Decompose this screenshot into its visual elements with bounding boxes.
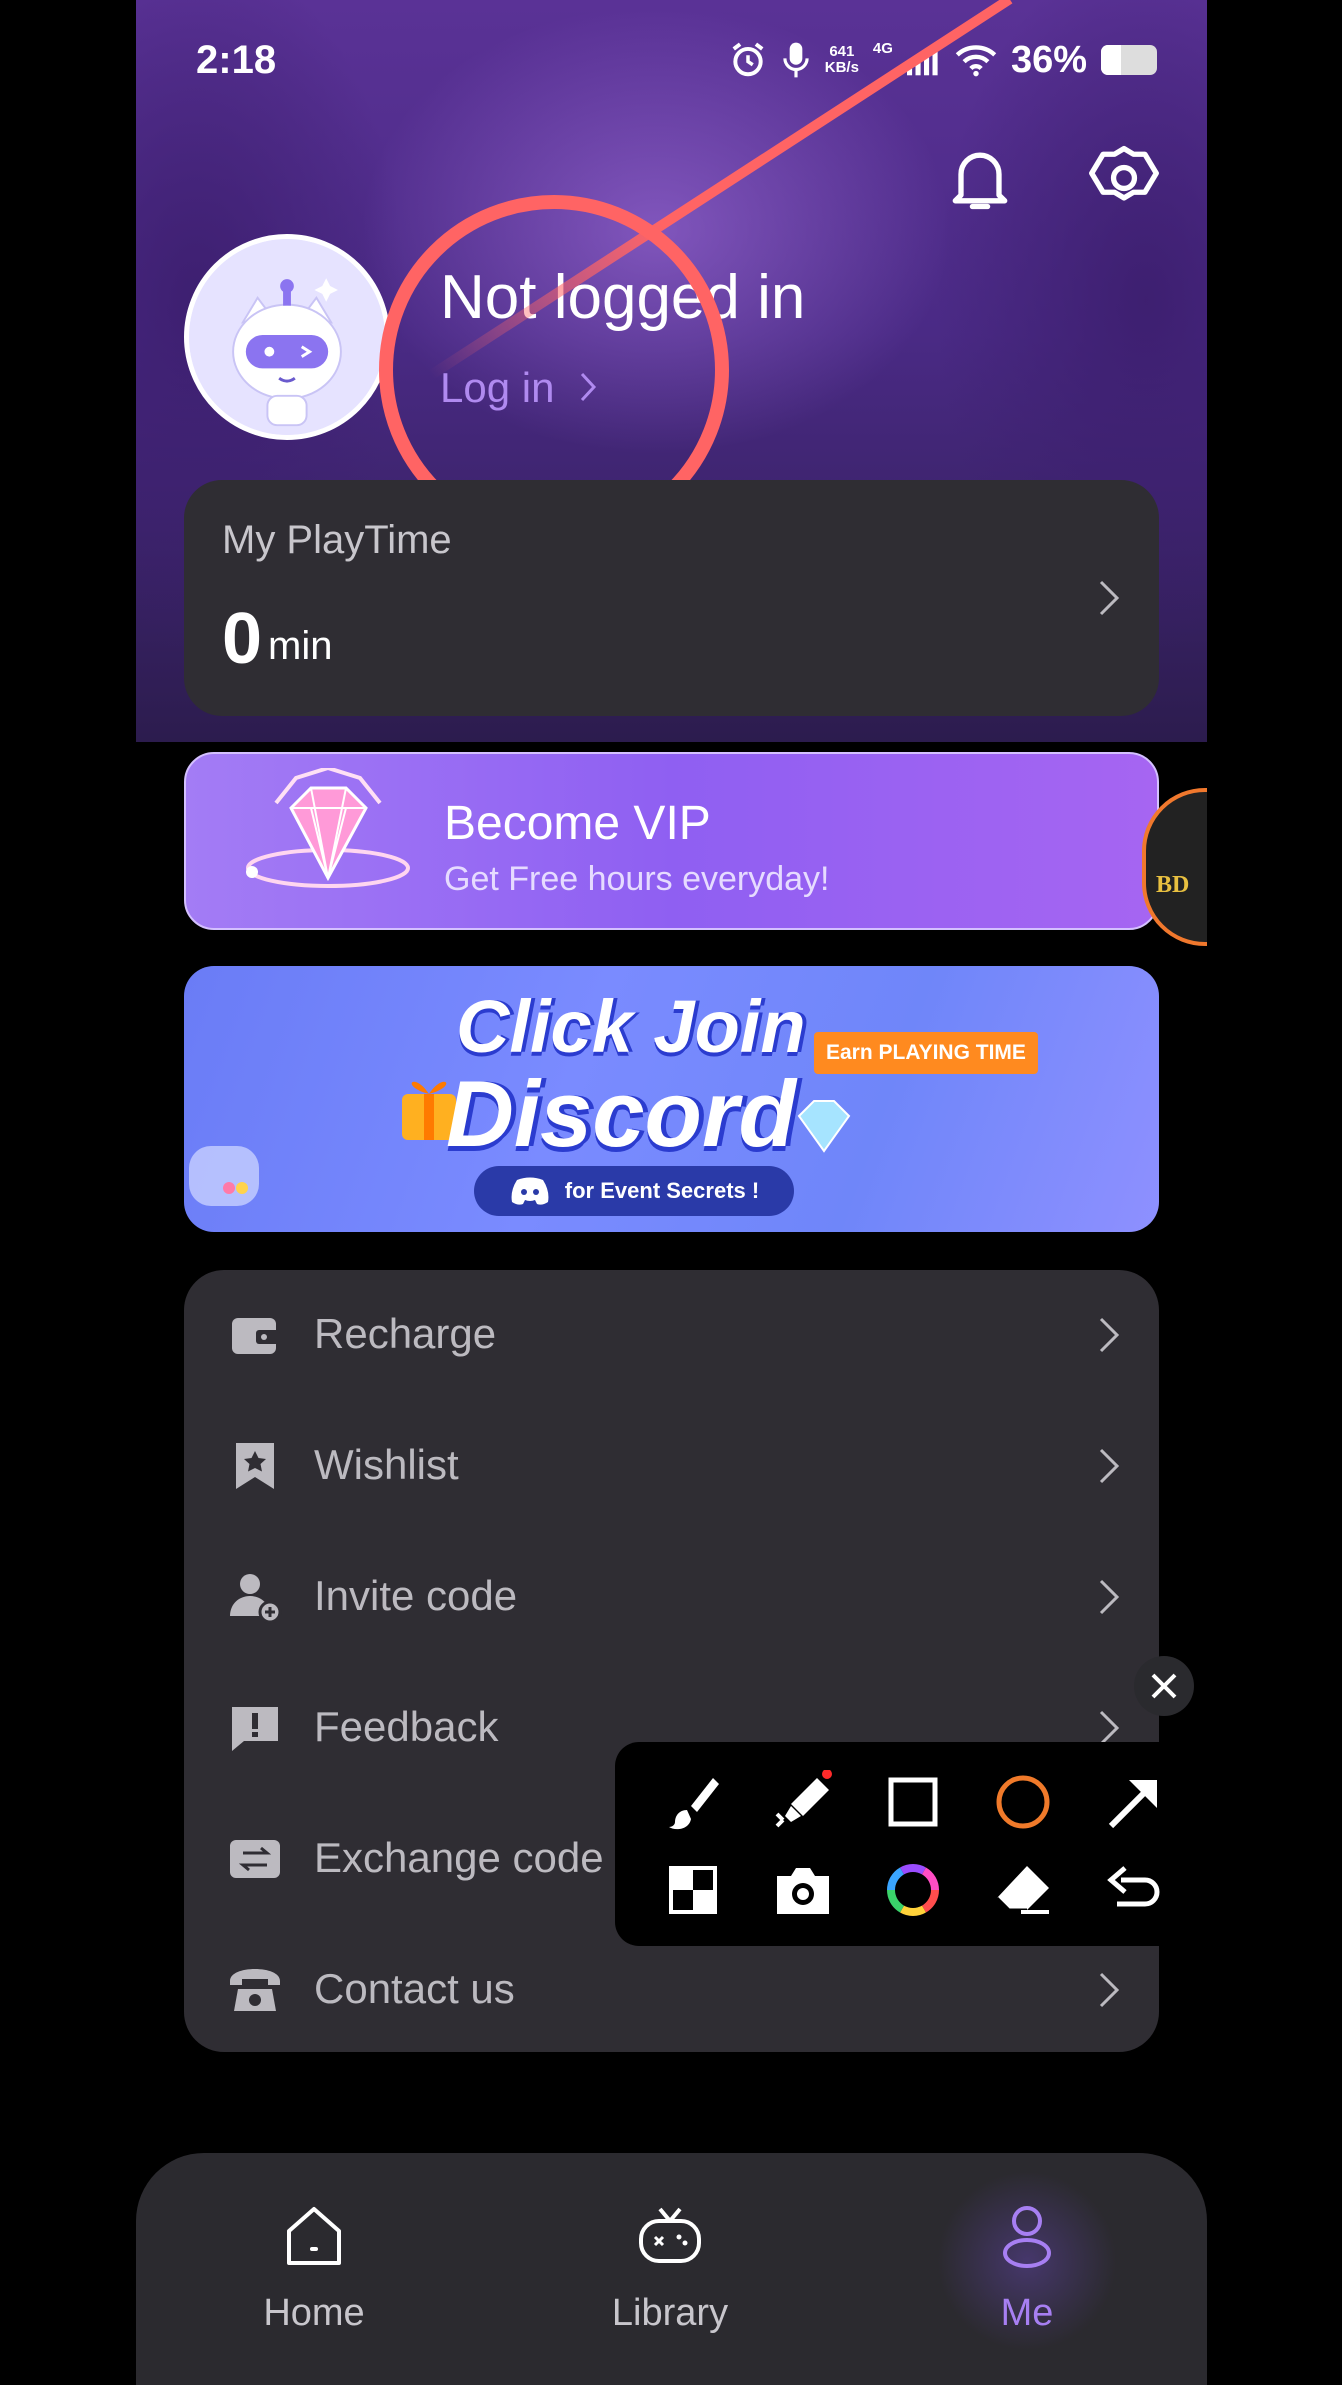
gamepad-icon bbox=[639, 2207, 701, 2263]
add-user-icon bbox=[230, 1574, 282, 1624]
close-toolbar-button[interactable] bbox=[1134, 1656, 1194, 1716]
phone-icon bbox=[230, 1969, 280, 2011]
app-screen: 2:18 641 KB/s 4G 36% Not logged in Log i… bbox=[136, 0, 1207, 2385]
discord-pill-text: for Event Secrets ! bbox=[564, 1178, 760, 1203]
diamond-decoration-icon bbox=[797, 1100, 851, 1153]
menu-item-label: Invite code bbox=[314, 1572, 518, 1619]
battery-icon bbox=[1101, 45, 1157, 75]
menu-item-wishlist[interactable]: Wishlist bbox=[184, 1401, 1159, 1532]
network-speed-value: 641 bbox=[829, 43, 855, 60]
chevron-right-icon bbox=[581, 372, 597, 402]
gear-icon[interactable] bbox=[1086, 140, 1162, 216]
menu-item-label: Wishlist bbox=[314, 1441, 459, 1488]
highlighter-icon[interactable] bbox=[771, 1770, 835, 1834]
login-link[interactable]: Log in bbox=[440, 364, 600, 412]
network-type: 4G bbox=[872, 39, 893, 57]
gamepad-decoration-icon bbox=[189, 1146, 259, 1206]
playtime-label: My PlayTime bbox=[222, 518, 452, 562]
person-icon bbox=[1003, 2206, 1051, 2268]
signal-icon bbox=[906, 44, 938, 76]
profile-header: 2:18 641 KB/s 4G 36% Not logged in Log i… bbox=[136, 0, 1207, 742]
chevron-right-icon bbox=[1099, 1317, 1120, 1353]
battery-percent: 36% bbox=[1010, 38, 1087, 81]
menu-item-label: Exchange code bbox=[314, 1834, 604, 1881]
chevron-right-icon bbox=[1099, 580, 1120, 616]
rectangle-icon[interactable] bbox=[881, 1770, 945, 1834]
menu-item-label: Contact us bbox=[314, 1965, 515, 2012]
status-bar: 2:18 641 KB/s 4G 36% bbox=[196, 32, 1157, 88]
vip-banner[interactable]: Become VIP Get Free hours everyday! bbox=[184, 752, 1159, 930]
feedback-icon bbox=[232, 1707, 278, 1751]
mosaic-icon[interactable] bbox=[661, 1858, 725, 1922]
banner-line1: Click Join bbox=[456, 985, 806, 1068]
brush-icon[interactable] bbox=[661, 1770, 725, 1834]
circle-icon[interactable] bbox=[991, 1770, 1055, 1834]
bookmark-star-icon bbox=[236, 1443, 274, 1489]
tab-me[interactable]: Me bbox=[917, 2171, 1137, 2361]
chevron-right-icon bbox=[1099, 1972, 1120, 2008]
vip-diamond-icon bbox=[246, 768, 410, 888]
earn-tag: Earn PLAYING TIME bbox=[814, 1032, 1038, 1074]
camera-icon[interactable] bbox=[771, 1858, 835, 1922]
home-icon bbox=[287, 2207, 341, 2265]
bell-icon[interactable] bbox=[942, 140, 1018, 216]
menu-item-label: Recharge bbox=[314, 1310, 497, 1357]
login-link-label: Log in bbox=[440, 364, 555, 411]
close-icon bbox=[1151, 1673, 1177, 1699]
status-icons: 641 KB/s 4G 36% bbox=[729, 39, 1157, 82]
discord-pill: for Event Secrets ! bbox=[474, 1166, 794, 1216]
chevron-right-icon bbox=[1099, 1579, 1120, 1615]
wifi-icon bbox=[955, 45, 997, 77]
vip-title: Become VIP bbox=[444, 797, 711, 850]
playtime-unit: min bbox=[268, 624, 333, 668]
playtime-value: 0 bbox=[222, 599, 263, 679]
avatar[interactable] bbox=[184, 234, 390, 440]
status-time: 2:18 bbox=[196, 37, 277, 82]
menu-item-recharge[interactable]: Recharge bbox=[184, 1270, 1159, 1401]
robot-avatar-icon bbox=[189, 239, 385, 435]
tab-label: Home bbox=[263, 2292, 365, 2334]
vip-subtitle: Get Free hours everyday! bbox=[444, 860, 830, 898]
discord-banner[interactable]: Click Join Discord Earn PLAYING TIME for… bbox=[184, 966, 1159, 1232]
chevron-right-icon bbox=[1099, 1448, 1120, 1484]
tab-label: Library bbox=[611, 2292, 729, 2334]
floating-badge-text: BD bbox=[1156, 872, 1190, 898]
network-speed: 641 KB/s bbox=[825, 44, 859, 76]
wallet-icon bbox=[232, 1318, 280, 1354]
exchange-icon bbox=[230, 1840, 280, 1878]
discord-icon bbox=[511, 1177, 549, 1205]
tab-label: Me bbox=[1000, 2292, 1054, 2334]
tab-home[interactable]: Home bbox=[204, 2201, 424, 2361]
playtime-card[interactable]: My PlayTime 0 min bbox=[184, 480, 1159, 716]
menu-item-invite-code[interactable]: Invite code bbox=[184, 1532, 1159, 1663]
annotation-toolbar bbox=[615, 1742, 1207, 1946]
eraser-icon[interactable] bbox=[991, 1858, 1055, 1922]
bottom-tab-bar: Home Library Me bbox=[136, 2153, 1207, 2385]
login-status-title: Not logged in bbox=[440, 263, 806, 332]
color-wheel-icon[interactable] bbox=[881, 1858, 945, 1922]
tab-library[interactable]: Library bbox=[560, 2201, 780, 2361]
microphone-icon bbox=[783, 42, 809, 78]
undo-icon[interactable] bbox=[1101, 1858, 1165, 1922]
menu-item-label: Feedback bbox=[314, 1703, 499, 1750]
arrow-icon[interactable] bbox=[1101, 1770, 1165, 1834]
network-speed-unit: KB/s bbox=[824, 59, 859, 76]
banner-line2: Discord bbox=[446, 1061, 796, 1166]
alarm-icon bbox=[732, 42, 764, 77]
